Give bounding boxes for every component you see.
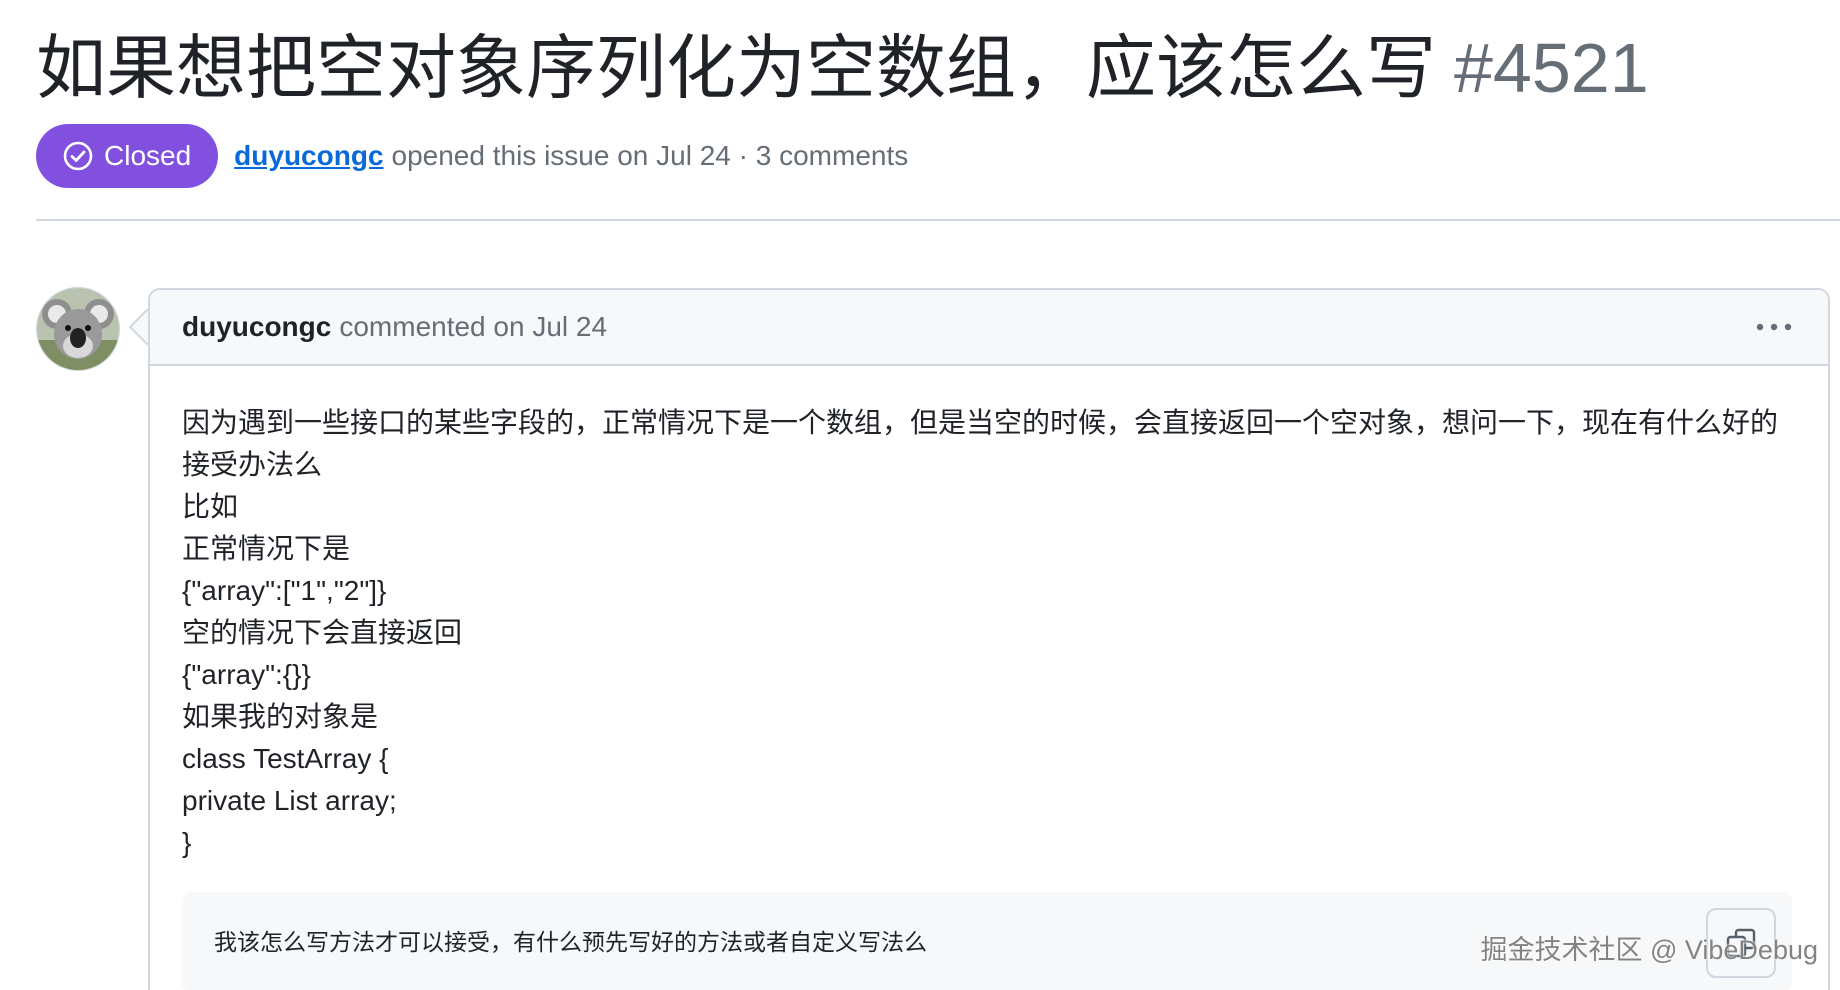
issue-number: #4521 [1454, 29, 1649, 107]
comment-line: } [182, 827, 192, 858]
comment-line: class TestArray { [182, 743, 389, 774]
avatar[interactable] [36, 287, 120, 371]
watermark: 掘金技术社区 @ VibeDebug [1480, 935, 1818, 965]
check-circle-icon [62, 140, 94, 172]
comment-body: 因为遇到一些接口的某些字段的，正常情况下是一个数组，但是当空的时候，会直接返回一… [182, 402, 1792, 864]
comment-line: 接受办法么 [182, 449, 323, 480]
status-label: Closed [104, 140, 192, 171]
comment-line: private List array; [182, 785, 397, 816]
status-badge: Closed [36, 124, 219, 188]
comment-author-link[interactable]: duyucongc [182, 311, 331, 342]
issue-title-text: 如果想把空对象序列化为空数组，应该怎么写 [36, 29, 1436, 107]
comment-line: 比如 [182, 491, 239, 522]
comment-box: duyucongc commented on Jul 24 因为遇到一些接口的某些… [148, 288, 1830, 990]
comment-line: 如果我的对象是 [182, 701, 379, 732]
koala-avatar [37, 288, 119, 370]
issue-author-link[interactable]: duyucongc [234, 140, 383, 172]
comment-line: 正常情况下是 [182, 533, 351, 564]
issue-meta: Closed duyucongc opened this issue on Ju… [36, 124, 908, 188]
issue-title: 如果想把空对象序列化为空数组，应该怎么写 #4521 [36, 22, 1649, 114]
code-block-text: 我该怎么写方法才可以接受，有什么预先写好的方法或者自定义写法么 [214, 929, 927, 955]
comment-line: {"array":["1","2"]} [182, 575, 387, 606]
comment-line: 空的情况下会直接返回 [182, 617, 463, 648]
issue-page: 如果想把空对象序列化为空数组，应该怎么写 #4521 Closed duyucon… [0, 0, 1840, 990]
kebab-horizontal-icon [1756, 323, 1792, 331]
comment-header-text: duyucongc commented on Jul 24 [182, 290, 607, 364]
comment-line: 因为遇到一些接口的某些字段的，正常情况下是一个数组，但是当空的时候，会直接返回一… [182, 407, 1779, 438]
comment-line: {"array":{}} [182, 659, 311, 690]
issue-opened-text: opened this issue on Jul 24 · 3 comments [391, 140, 909, 171]
comment-timestamp: commented on Jul 24 [339, 311, 608, 342]
header-divider [36, 219, 1840, 221]
comment-menu-button[interactable] [1754, 310, 1794, 344]
comment-header: duyucongc commented on Jul 24 [150, 290, 1828, 366]
